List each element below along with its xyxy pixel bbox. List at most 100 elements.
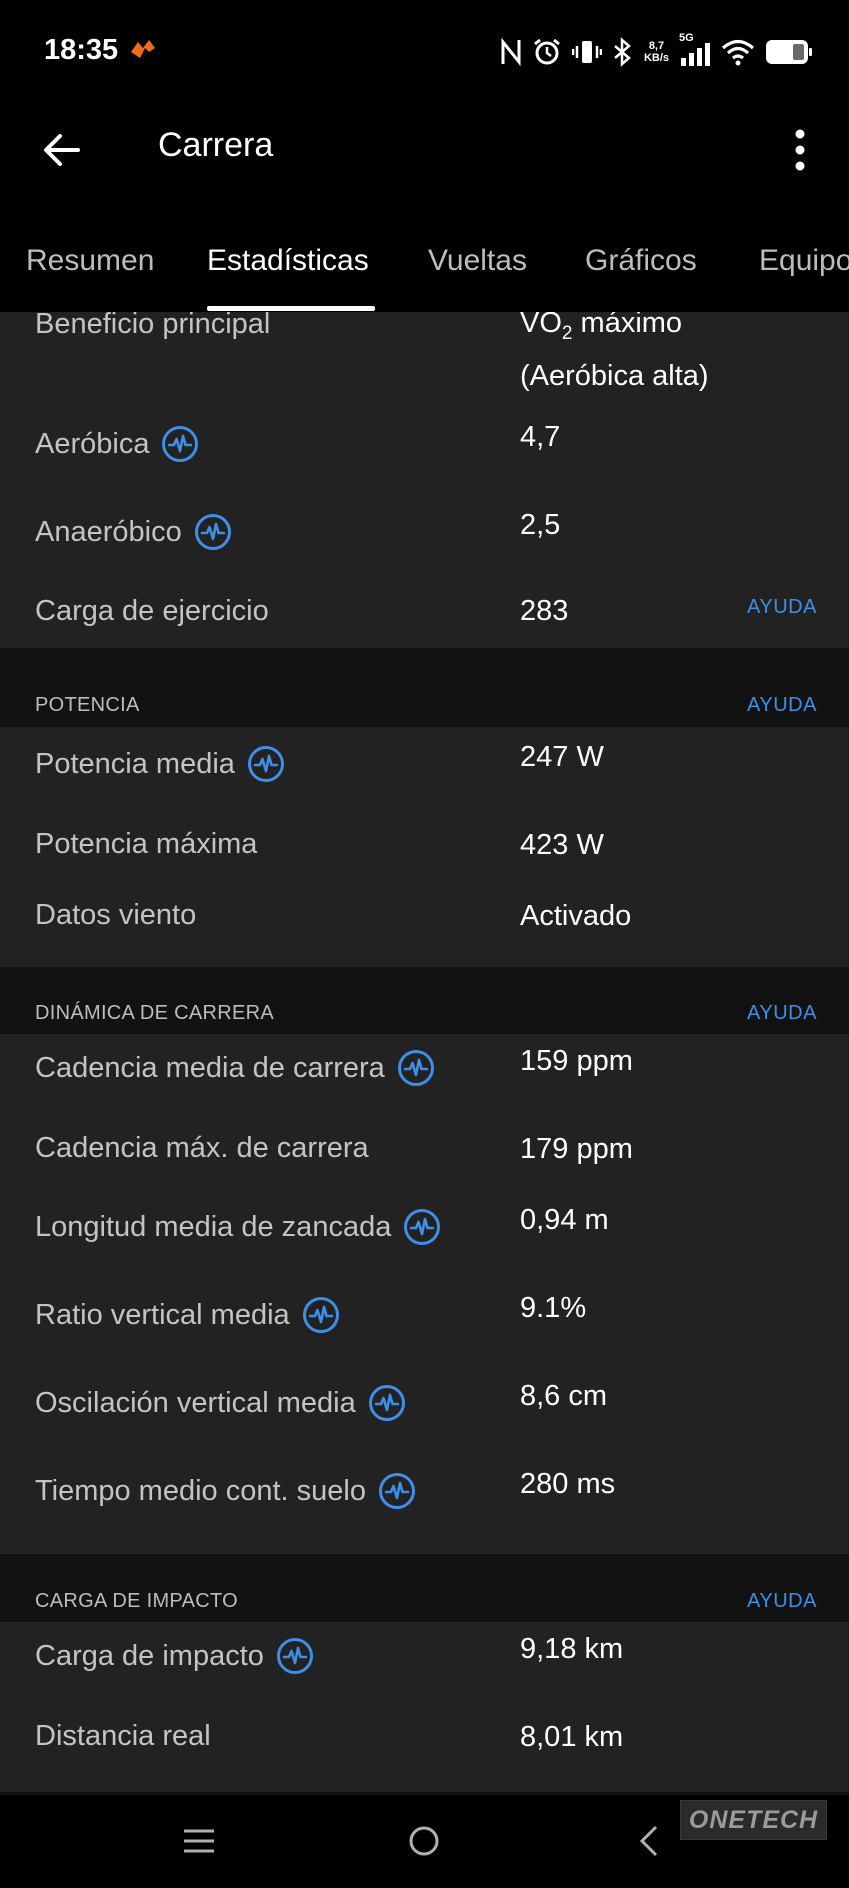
beneficio-value-line1: VO2 máximo [520, 312, 709, 355]
potencia-card: Potencia media 247 W Potencia máxima 423… [0, 727, 849, 967]
anaerobico-label: Anaeróbico [35, 515, 182, 548]
tab-resumen[interactable]: Resumen [26, 244, 154, 278]
signal-bars-icon [681, 43, 710, 66]
section-header-impacto: CARGA DE IMPACTO [35, 1590, 238, 1612]
row-label-beneficio: Beneficio principal [35, 312, 270, 341]
carga-impacto-value: 9,18 km [520, 1633, 624, 1665]
strava-notification-icon [131, 40, 155, 58]
oscilacion-vertical-value: 8,6 cm [520, 1380, 608, 1412]
system-back-button[interactable] [619, 1811, 679, 1871]
row-label-distancia-real: Distancia real [35, 1720, 211, 1753]
page-title: Carrera [158, 126, 274, 164]
anaerobico-value: 2,5 [520, 509, 561, 541]
row-label-cadencia-max: Cadencia máx. de carrera [35, 1132, 369, 1165]
home-button[interactable] [394, 1811, 454, 1871]
dinamica-card: Cadencia media de carrera 159 ppm Cadenc… [0, 1034, 849, 1554]
vibrate-icon [571, 41, 602, 63]
carga-impacto-label: Carga de impacto [35, 1639, 264, 1672]
ratio-vertical-value: 9.1% [520, 1292, 587, 1324]
oscilacion-vertical-label: Oscilación vertical media [35, 1386, 356, 1419]
row-label-potencia-media: Potencia media [35, 745, 285, 783]
pulse-info-icon[interactable] [378, 1472, 416, 1510]
datos-viento-value: Activado [520, 900, 632, 932]
aerobica-label: Aeróbica [35, 427, 150, 460]
carga-label: Carga de ejercicio [35, 594, 269, 627]
row-label-carga-impacto: Carga de impacto [35, 1637, 314, 1675]
tab-bar: Resumen Estadísticas Vueltas Gráficos Eq… [0, 228, 849, 312]
carga-value: 283 [520, 595, 569, 627]
beneficio-label: Beneficio principal [35, 312, 271, 340]
chevron-left-icon [639, 1825, 658, 1857]
home-circle-icon [409, 1826, 439, 1856]
watermark-logo: ONETECH [680, 1800, 827, 1840]
row-label-cadencia-media: Cadencia media de carrera [35, 1049, 435, 1087]
cadencia-max-label: Cadencia máx. de carrera [35, 1132, 369, 1164]
recents-button[interactable] [169, 1811, 229, 1871]
tiempo-contacto-value: 280 ms [520, 1468, 616, 1500]
potencia-maxima-label: Potencia máxima [35, 828, 258, 860]
help-link-dinamica[interactable]: AYUDA [747, 1002, 817, 1025]
row-label-oscilacion-vertical: Oscilación vertical media [35, 1384, 406, 1422]
wifi-icon [721, 39, 755, 66]
tab-graficos[interactable]: Gráficos [585, 244, 697, 278]
row-label-potencia-maxima: Potencia máxima [35, 828, 257, 861]
beneficio-vo-post: máximo [572, 312, 683, 339]
ratio-vertical-label: Ratio vertical media [35, 1298, 290, 1331]
row-label-ratio-vertical: Ratio vertical media [35, 1296, 340, 1334]
distancia-real-label: Distancia real [35, 1720, 211, 1752]
help-link-carga[interactable]: AYUDA [747, 596, 817, 619]
signal-5g: 5G [679, 32, 711, 68]
status-icons: 8,7 KB/s 5G [500, 32, 813, 72]
row-label-aerobica: Aeróbica [35, 425, 199, 463]
tab-equipo[interactable]: Equipo [759, 244, 849, 278]
stats-scroll-area[interactable]: Beneficio principal VO2 máximo (Aeróbica… [0, 312, 849, 1795]
cadencia-media-label: Cadencia media de carrera [35, 1051, 385, 1084]
help-link-potencia[interactable]: AYUDA [747, 694, 817, 717]
pulse-info-icon[interactable] [247, 745, 285, 783]
tab-estadisticas[interactable]: Estadísticas [207, 244, 369, 278]
active-tab-indicator [207, 306, 375, 311]
row-label-anaerobico: Anaeróbico [35, 513, 232, 551]
pulse-info-icon[interactable] [302, 1296, 340, 1334]
more-options-button[interactable] [780, 118, 820, 182]
beneficio-vo: VO [520, 312, 562, 339]
training-effect-card: Beneficio principal VO2 máximo (Aeróbica… [0, 312, 849, 648]
alarm-icon [534, 38, 560, 65]
help-link-impacto[interactable]: AYUDA [747, 1590, 817, 1613]
tab-vueltas[interactable]: Vueltas [428, 244, 527, 278]
menu-lines-icon [184, 1829, 214, 1853]
nfc-icon [501, 37, 521, 67]
impacto-card: Carga de impacto 9,18 km Distancia real … [0, 1622, 849, 1792]
pulse-info-icon[interactable] [397, 1049, 435, 1087]
bluetooth-icon [614, 37, 631, 67]
potencia-media-label: Potencia media [35, 747, 235, 780]
back-button[interactable] [30, 118, 94, 182]
row-label-carga: Carga de ejercicio [35, 592, 269, 630]
status-bar: 18:35 8,7 KB/s 5G [0, 0, 849, 105]
row-label-tiempo-contacto: Tiempo medio cont. suelo [35, 1472, 416, 1510]
section-header-potencia: POTENCIA [35, 694, 140, 716]
tiempo-contacto-label: Tiempo medio cont. suelo [35, 1474, 366, 1507]
arrow-left-icon [44, 134, 80, 166]
aerobica-value: 4,7 [520, 421, 561, 453]
potencia-maxima-value: 423 W [520, 829, 604, 861]
row-value-beneficio: VO2 máximo (Aeróbica alta) [520, 312, 709, 397]
datos-viento-label: Datos viento [35, 899, 197, 931]
longitud-zancada-value: 0,94 m [520, 1204, 609, 1236]
distancia-real-value: 8,01 km [520, 1721, 624, 1753]
pulse-info-icon[interactable] [276, 1637, 314, 1675]
pulse-info-icon[interactable] [403, 1208, 441, 1246]
pulse-info-icon[interactable] [161, 425, 199, 463]
pulse-info-icon[interactable] [368, 1384, 406, 1422]
pulse-info-icon[interactable] [194, 513, 232, 551]
beneficio-vo-sub: 2 [561, 322, 573, 344]
network-speed-value: 8,7 [648, 40, 665, 52]
row-label-longitud-zancada: Longitud media de zancada [35, 1208, 441, 1246]
section-header-dinamica: DINÁMICA DE CARRERA [35, 1002, 275, 1024]
network-speed: 8,7 KB/s [644, 36, 669, 68]
potencia-media-value: 247 W [520, 741, 604, 773]
row-label-datos-viento: Datos viento [35, 899, 196, 932]
network-speed-unit: KB/s [643, 52, 669, 64]
longitud-zancada-label: Longitud media de zancada [35, 1210, 392, 1243]
cadencia-max-value: 179 ppm [520, 1133, 633, 1165]
